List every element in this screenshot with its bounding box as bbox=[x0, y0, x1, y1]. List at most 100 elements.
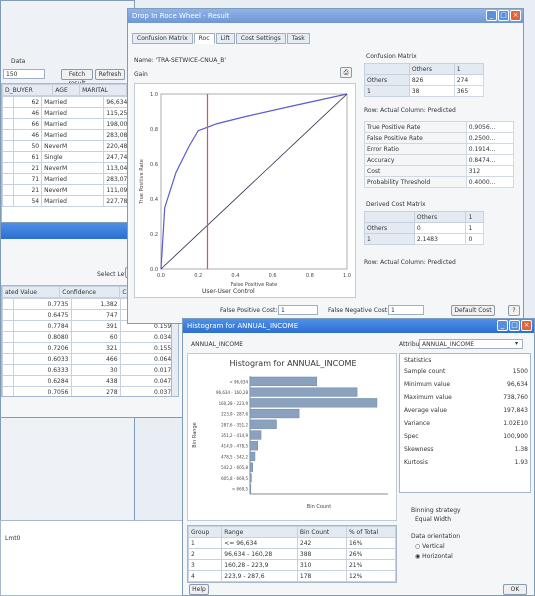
y-tick-label: 0.6 bbox=[150, 162, 158, 168]
table-row[interactable]: 46 Married 115,25 bbox=[1, 107, 134, 119]
maximize-icon[interactable]: □ bbox=[498, 10, 509, 21]
column-header[interactable]: AGE bbox=[52, 84, 81, 96]
minimize-icon[interactable]: _ bbox=[486, 10, 497, 21]
cost-caption: Row: Actual Column: Predicted bbox=[364, 259, 456, 266]
help-icon[interactable]: ? bbox=[508, 305, 520, 316]
default-cost-button[interactable]: Default Cost bbox=[451, 305, 495, 316]
fetch-result-button[interactable]: Fetch result bbox=[61, 69, 93, 87]
close-icon[interactable]: × bbox=[510, 10, 521, 21]
table-row[interactable]: 21 NeverM 113,04 bbox=[1, 162, 134, 174]
data-table-body: 62 Married 96,634 46 Married 115,25 66 Married 1… bbox=[1, 96, 134, 207]
table-row[interactable]: 3 160,28 - 223,9 310 21% bbox=[188, 559, 396, 571]
stat-row: Variance 1.02E10 bbox=[404, 420, 528, 433]
table-cell: 46 bbox=[13, 107, 43, 119]
refresh-button[interactable]: Refresh bbox=[95, 69, 125, 80]
radio-vertical[interactable]: ○ Vertical bbox=[415, 543, 445, 550]
table-cell: 388 bbox=[296, 548, 347, 560]
table-row[interactable]: 4 223,9 - 287,6 178 12% bbox=[188, 570, 396, 582]
user-control-label: User-User Control bbox=[202, 288, 255, 295]
table-cell: 223,9 - 287,6 bbox=[221, 570, 298, 582]
column-header[interactable]: Group bbox=[188, 526, 223, 538]
table-row[interactable]: 0.8080 60 0.0340 bbox=[2, 331, 178, 343]
table-cell[interactable]: 1 bbox=[465, 222, 484, 234]
tab-lift[interactable]: Lift bbox=[215, 33, 235, 44]
maximize-icon[interactable]: □ bbox=[509, 320, 520, 331]
column-header[interactable]: D_BUYER bbox=[1, 84, 54, 96]
tab-cost-settings[interactable]: Cost Settings bbox=[235, 33, 286, 44]
metric-value: 0.4000... bbox=[465, 176, 515, 188]
histogram-chart: Histogram for ANNUAL_INCOME < 96,634 96,63… bbox=[187, 353, 397, 521]
table-row[interactable]: 5287,6 - 351,2966% bbox=[188, 581, 396, 582]
table-row[interactable]: 50 NeverM 220,48 bbox=[1, 140, 134, 152]
table-row[interactable]: 21 NeverM 111,09 bbox=[1, 184, 134, 196]
table-cell: 46 bbox=[13, 129, 43, 141]
table-header-row: Others 1 bbox=[364, 63, 485, 75]
table-cell[interactable]: 38 bbox=[408, 85, 455, 97]
tab-roc[interactable]: Roc bbox=[193, 33, 215, 44]
column-header[interactable]: % of Total bbox=[345, 526, 396, 538]
table-row[interactable]: 1 <= 96,634 242 16% bbox=[188, 537, 396, 549]
table-row[interactable]: 2 96,634 - 160,28 388 26% bbox=[188, 548, 396, 560]
table-row[interactable]: 0.7206 321 0.1554 bbox=[2, 342, 178, 354]
table-cell[interactable]: 2.1483 bbox=[413, 233, 467, 245]
stat-label: Kurtosis bbox=[404, 459, 428, 466]
bins-table-panel: Group Range Bin Count% of Total 1 <= 96,634 2… bbox=[187, 525, 397, 583]
help-button[interactable]: Help bbox=[189, 584, 209, 595]
table-cell: 3 bbox=[188, 559, 223, 571]
close-icon[interactable]: × bbox=[521, 320, 532, 331]
stat-row: Spec 100,900 bbox=[404, 433, 528, 446]
table-cell: 2 bbox=[188, 548, 223, 560]
histogram-bar bbox=[249, 484, 252, 494]
column-header[interactable]: Range bbox=[221, 526, 298, 538]
table-cell[interactable]: 365 bbox=[453, 85, 485, 97]
table-row[interactable]: 0.6333 30 0.0170 bbox=[2, 364, 178, 376]
histogram-titlebar[interactable]: Histogram for ANNUAL_INCOME _ □ × bbox=[183, 319, 534, 333]
column-header[interactable]: MARITAL bbox=[79, 84, 128, 96]
ok-button[interactable]: OK bbox=[503, 584, 527, 595]
stat-value: 96,634 bbox=[507, 381, 528, 388]
bin-range-label: > 669,5 bbox=[232, 487, 249, 492]
table-row[interactable]: 0.6284 438 0.0473 bbox=[2, 375, 178, 387]
table-row[interactable]: 0.7056 278 0.0377 bbox=[2, 386, 178, 396]
bin-range-label: 414,9 - 478,5 bbox=[221, 444, 248, 449]
table-cell: 30 bbox=[70, 364, 121, 376]
column-header[interactable]: ated Value bbox=[2, 286, 61, 298]
row-count-input[interactable]: 150 bbox=[3, 69, 45, 79]
table-cell[interactable]: 0 bbox=[413, 222, 467, 234]
roc-titlebar[interactable]: Drop In Roce Wheel - Result _ □ × bbox=[128, 9, 523, 23]
table-cell: 466 bbox=[70, 353, 121, 365]
table-row[interactable]: 54 Married 227,78 bbox=[1, 195, 134, 207]
column-header[interactable]: Confidence bbox=[59, 286, 121, 298]
tab-confusion-matrix[interactable]: Confusion Matrix bbox=[132, 33, 193, 44]
fp-cost-input[interactable]: 1 bbox=[278, 305, 318, 315]
table-row[interactable]: 71 Married 283,07 bbox=[1, 173, 134, 185]
table-row[interactable]: 66 Married 198,00 bbox=[1, 118, 134, 130]
fn-cost-input[interactable]: 1 bbox=[388, 305, 424, 315]
table-row[interactable]: 61 Single 247,74 bbox=[1, 151, 134, 163]
confusion-matrix-title: Confusion Matrix bbox=[366, 53, 417, 60]
roc-print-button[interactable]: ⎙ bbox=[340, 67, 352, 78]
minimize-icon[interactable]: _ bbox=[497, 320, 508, 331]
table-cell: 0.0170 bbox=[119, 364, 178, 376]
attribute-select[interactable]: ANNUAL_INCOME bbox=[419, 339, 523, 349]
table-cell bbox=[1, 140, 15, 152]
column-header[interactable]: Bin Count bbox=[296, 526, 347, 538]
chevron-down-icon[interactable]: ▾ bbox=[515, 340, 518, 347]
table-row[interactable]: 0.6033 466 0.0643 bbox=[2, 353, 178, 365]
table-cell[interactable]: 826 bbox=[408, 74, 455, 86]
table-row[interactable]: 46 Married 283,08 bbox=[1, 129, 134, 141]
table-cell: 21% bbox=[345, 559, 396, 571]
tab-task[interactable]: Task bbox=[286, 33, 310, 44]
table-cell: 0.6284 bbox=[13, 375, 72, 387]
table-cell bbox=[2, 309, 15, 321]
table-cell[interactable]: 274 bbox=[453, 74, 485, 86]
table-cell: 0.0643 bbox=[119, 353, 178, 365]
radio-horizontal[interactable]: ◉ Horizontal bbox=[415, 553, 453, 560]
table-row[interactable]: 62 Married 96,634 bbox=[1, 96, 134, 108]
stat-label: Variance bbox=[404, 420, 430, 427]
table-cell: NeverM bbox=[41, 140, 105, 152]
detail-text: Lmt0 bbox=[5, 535, 21, 542]
bin-range-label: 478,5 - 542,2 bbox=[221, 454, 248, 459]
x-tick-label: 1.0 bbox=[343, 273, 351, 279]
table-cell[interactable]: 0 bbox=[465, 233, 484, 245]
